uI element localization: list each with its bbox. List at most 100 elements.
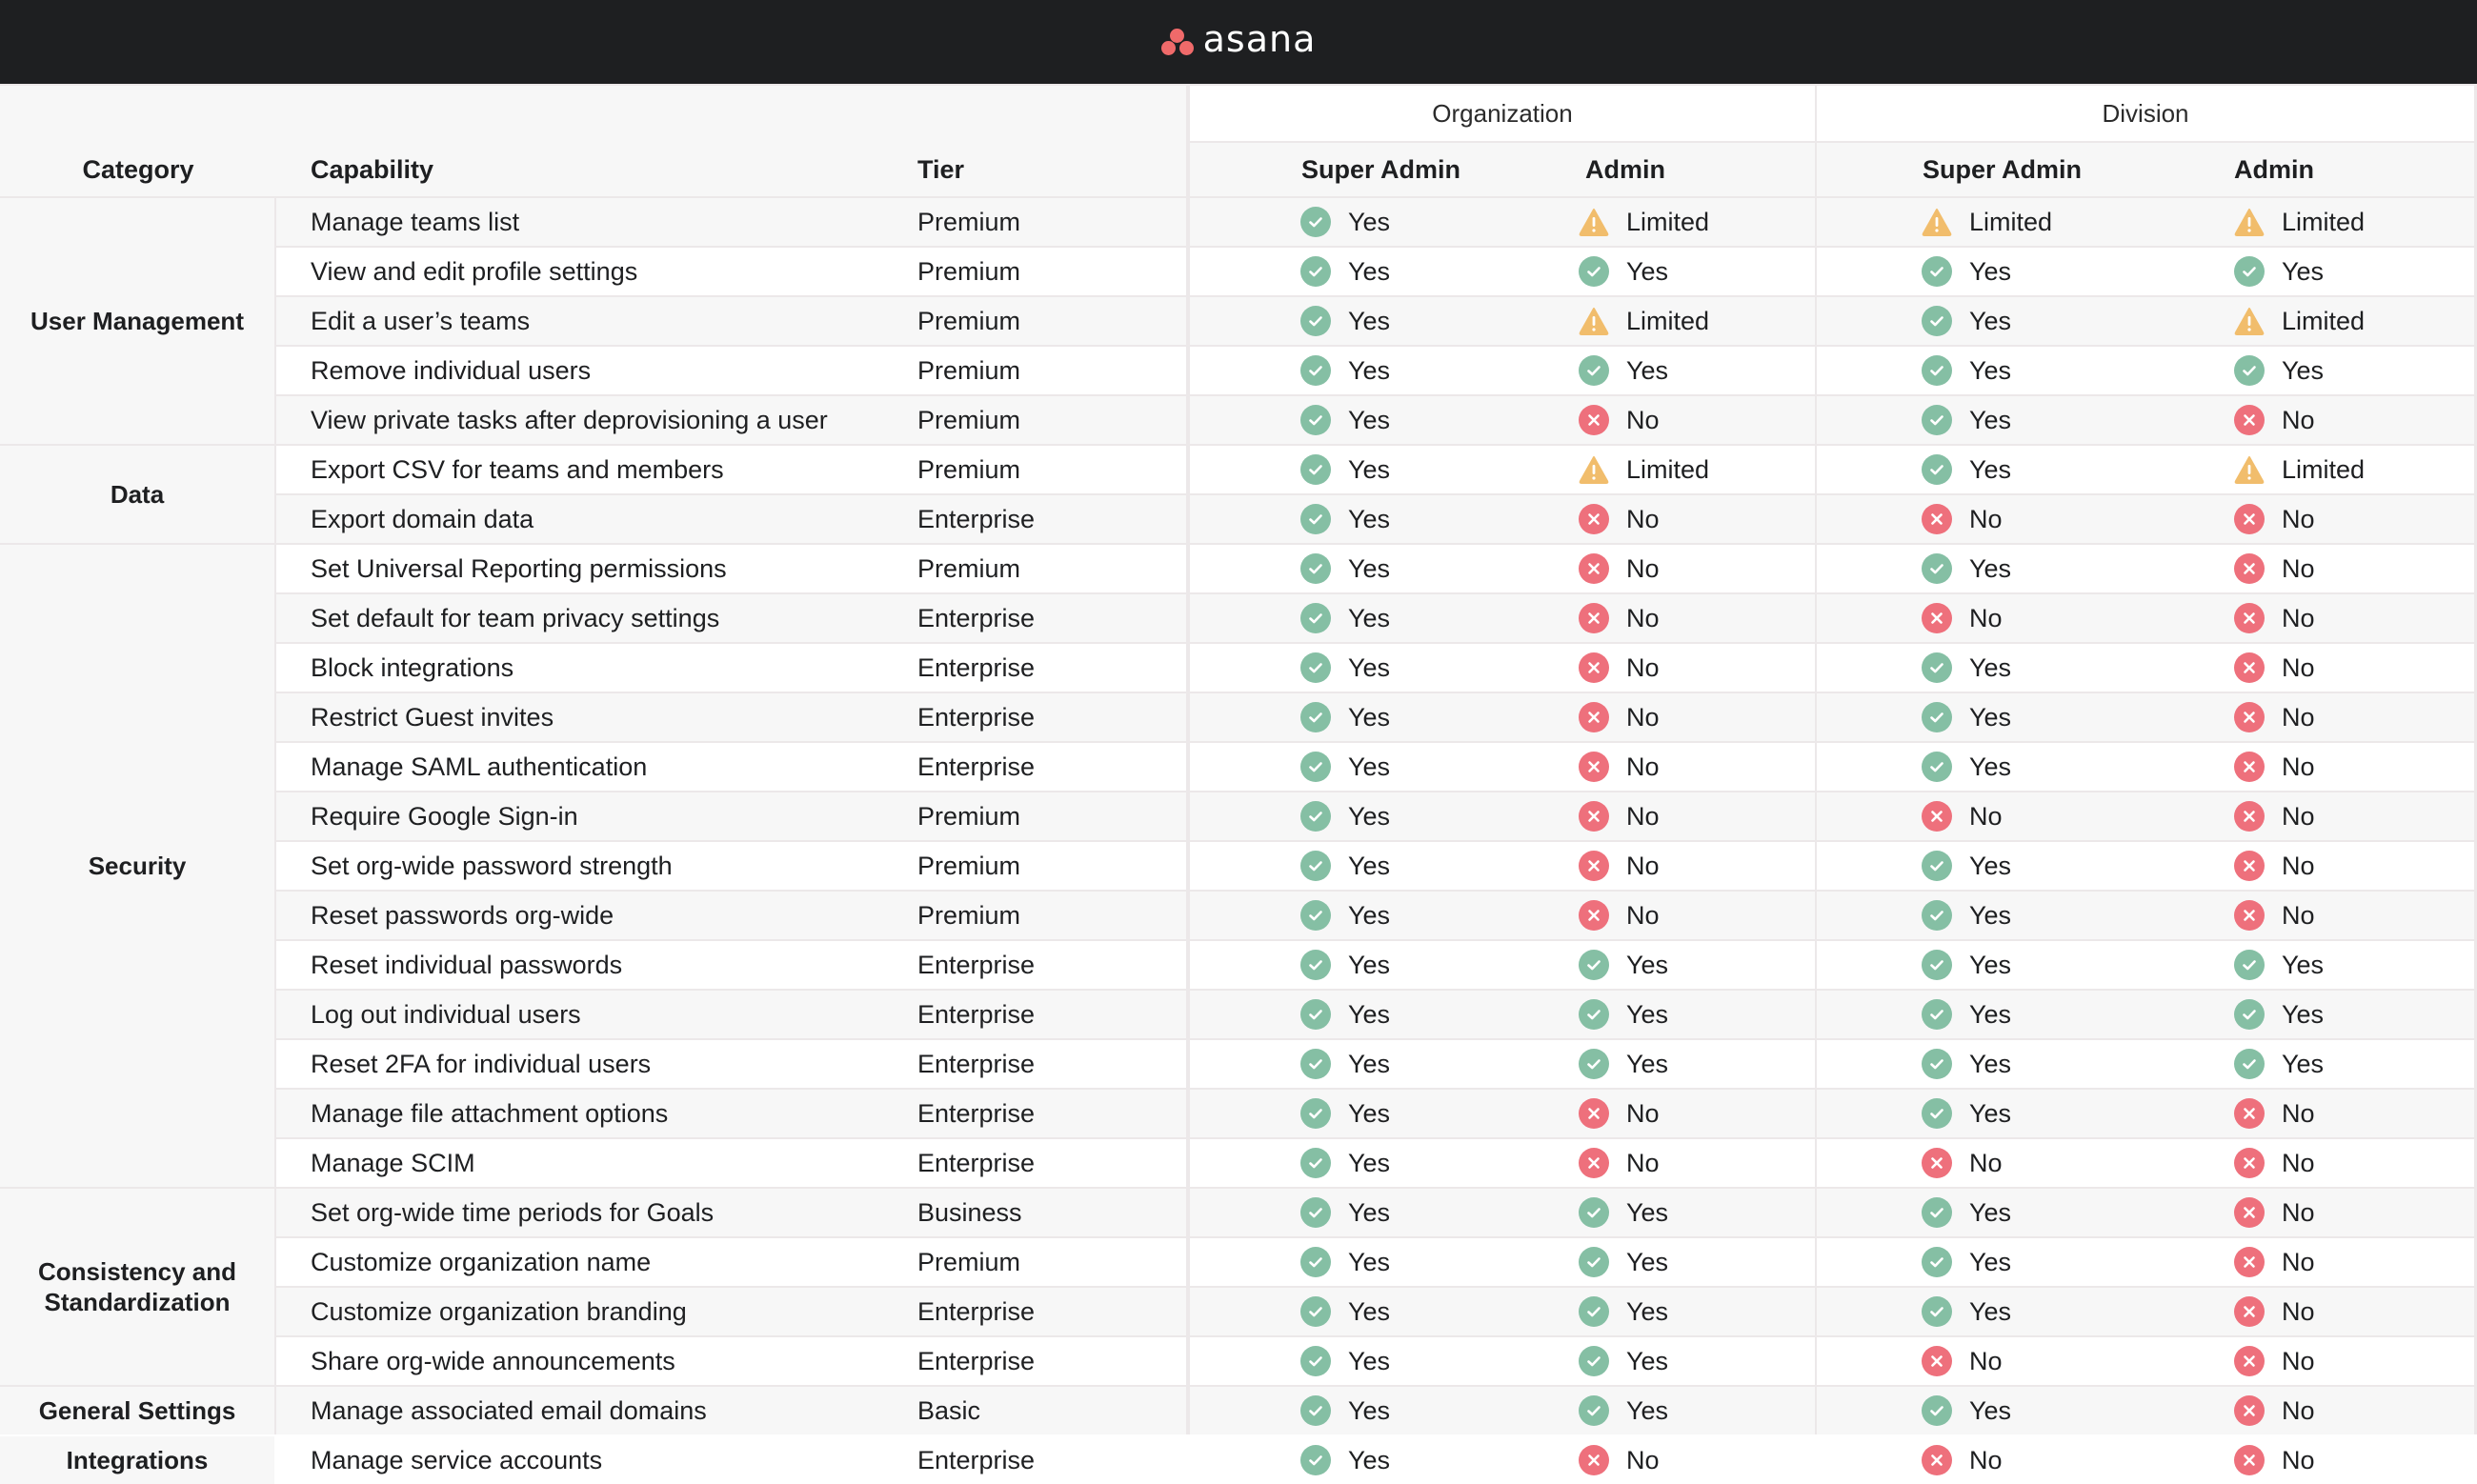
status-label: Yes — [1348, 752, 1391, 781]
status-yes: Yes — [2234, 256, 2324, 287]
table-row[interactable]: Customize organization name Premium — [276, 1238, 1186, 1286]
table-row[interactable]: Customize organization branding Enterpris… — [276, 1288, 1186, 1335]
x-circle-icon — [1579, 1148, 1609, 1178]
tier-label: Premium — [917, 851, 1021, 880]
status-label: No — [2282, 553, 2315, 583]
warning-icon — [1922, 208, 1952, 236]
table-row[interactable]: Require Google Sign-in Premium — [276, 792, 1186, 840]
division-cells — [1817, 644, 2474, 692]
warning-icon — [1579, 208, 1609, 236]
header-capability: Capability — [311, 154, 434, 184]
table-row[interactable]: Manage SAML authentication Enterprise — [276, 743, 1186, 791]
status-label: Yes — [1348, 1296, 1391, 1326]
table-row[interactable]: View private tasks after deprovisioning … — [276, 396, 1186, 444]
status-yes: Yes — [1300, 900, 1390, 931]
table-row[interactable]: Remove individual users Premium — [276, 347, 1186, 394]
table-row[interactable]: Reset 2FA for individual users Enterprise — [276, 1040, 1186, 1088]
status-yes: Yes — [1922, 1296, 2011, 1327]
x-circle-icon — [2234, 1445, 2265, 1475]
table-row[interactable]: Reset passwords org-wide Premium — [276, 892, 1186, 939]
check-circle-icon — [1922, 1296, 1952, 1327]
table-row[interactable]: View and edit profile settings Premium — [276, 248, 1186, 295]
table-row[interactable]: Log out individual users Enterprise — [276, 991, 1186, 1038]
x-circle-icon — [2234, 652, 2265, 683]
warning-icon — [1579, 455, 1609, 484]
table-row[interactable]: Manage teams list Premium — [276, 198, 1186, 246]
status-label: Yes — [1969, 999, 2012, 1029]
table-row[interactable]: Restrict Guest invites Enterprise — [276, 693, 1186, 741]
x-circle-icon — [2234, 702, 2265, 732]
status-label: No — [1626, 851, 1660, 880]
x-circle-icon — [1579, 553, 1609, 584]
category-cell: Consistency and Standardization — [0, 1189, 274, 1385]
division-cells — [1817, 347, 2474, 394]
status-label: Yes — [1348, 652, 1391, 682]
table-row[interactable]: Export domain data Enterprise — [276, 495, 1186, 543]
check-circle-icon — [1922, 950, 1952, 980]
check-circle-icon — [1300, 1197, 1331, 1228]
table-row[interactable]: Set org-wide password strength Premium — [276, 842, 1186, 890]
table-row[interactable]: Set org-wide time periods for Goals Busin… — [276, 1189, 1186, 1236]
tier-label: Enterprise — [917, 752, 1036, 781]
table-row[interactable]: Export CSV for teams and members Premium — [276, 446, 1186, 493]
status-no: No — [1579, 702, 1660, 732]
asana-logo-icon — [1160, 29, 1194, 55]
status-yes: Yes — [1300, 652, 1390, 683]
status-yes: Yes — [2234, 355, 2324, 386]
x-circle-icon — [1579, 851, 1609, 881]
tier-label: Premium — [917, 256, 1021, 286]
status-label: No — [2282, 1148, 2315, 1177]
status-yes: Yes — [1579, 1247, 1668, 1277]
tier-label: Basic — [917, 1395, 981, 1425]
x-circle-icon — [1922, 1346, 1952, 1376]
check-circle-icon — [1300, 999, 1331, 1030]
organization-cells — [1190, 892, 1815, 939]
status-label: Limited — [2282, 306, 2366, 335]
division-cells — [1817, 1139, 2474, 1187]
table-row[interactable]: Manage service accounts Enterprise — [276, 1436, 1186, 1484]
organization-cells — [1190, 545, 1815, 592]
status-label: No — [1626, 1148, 1660, 1177]
check-circle-icon — [1922, 256, 1952, 287]
status-no: No — [2234, 1346, 2315, 1376]
status-label: Yes — [1969, 256, 2012, 286]
capability-label: Set org-wide time periods for Goals — [311, 1197, 715, 1227]
x-circle-icon — [1579, 652, 1609, 683]
tier-label: Premium — [917, 900, 1021, 930]
status-label: No — [2282, 1247, 2315, 1276]
status-label: Yes — [1348, 207, 1391, 236]
table-row[interactable]: Manage associated email domains Basic — [276, 1387, 1186, 1434]
division-cells — [1817, 1238, 2474, 1286]
status-label: Limited — [1626, 207, 1710, 236]
capability-label: Manage SAML authentication — [311, 752, 648, 781]
table-row[interactable]: Reset individual passwords Enterprise — [276, 941, 1186, 989]
capability-label: Customize organization name — [311, 1247, 652, 1276]
table-row[interactable]: Edit a user’s teams Premium — [276, 297, 1186, 345]
table-row[interactable]: Manage SCIM Enterprise — [276, 1139, 1186, 1187]
status-label: Yes — [1348, 801, 1391, 831]
x-circle-icon — [2234, 851, 2265, 881]
table-row[interactable]: Set Universal Reporting permissions Premi… — [276, 545, 1186, 592]
x-circle-icon — [1579, 752, 1609, 782]
table-row[interactable]: Set default for team privacy settings Ent… — [276, 594, 1186, 642]
status-label: Yes — [1348, 454, 1391, 484]
check-circle-icon — [1300, 405, 1331, 435]
tier-label: Enterprise — [917, 1445, 1036, 1474]
status-label: No — [1626, 652, 1660, 682]
status-label: Yes — [1969, 900, 2012, 930]
status-label: Yes — [1348, 950, 1391, 979]
check-circle-icon — [1300, 1247, 1331, 1277]
capability-label: Reset passwords org-wide — [311, 900, 614, 930]
status-yes: Yes — [1300, 851, 1390, 881]
table-row[interactable]: Share org-wide announcements Enterprise — [276, 1337, 1186, 1385]
status-no: No — [1579, 1445, 1660, 1475]
header-div-roles: Super Admin Admin — [1817, 143, 2474, 196]
capability-label: Manage teams list — [311, 207, 520, 236]
table-row[interactable]: Block integrations Enterprise — [276, 644, 1186, 692]
organization-cells — [1190, 941, 1815, 989]
capability-label: Block integrations — [311, 652, 514, 682]
table-row[interactable]: Manage file attachment options Enterprise — [276, 1090, 1186, 1137]
check-circle-icon — [1922, 1197, 1952, 1228]
asana-logo[interactable]: asana — [1160, 21, 1317, 57]
status-label: Yes — [1626, 1197, 1669, 1227]
